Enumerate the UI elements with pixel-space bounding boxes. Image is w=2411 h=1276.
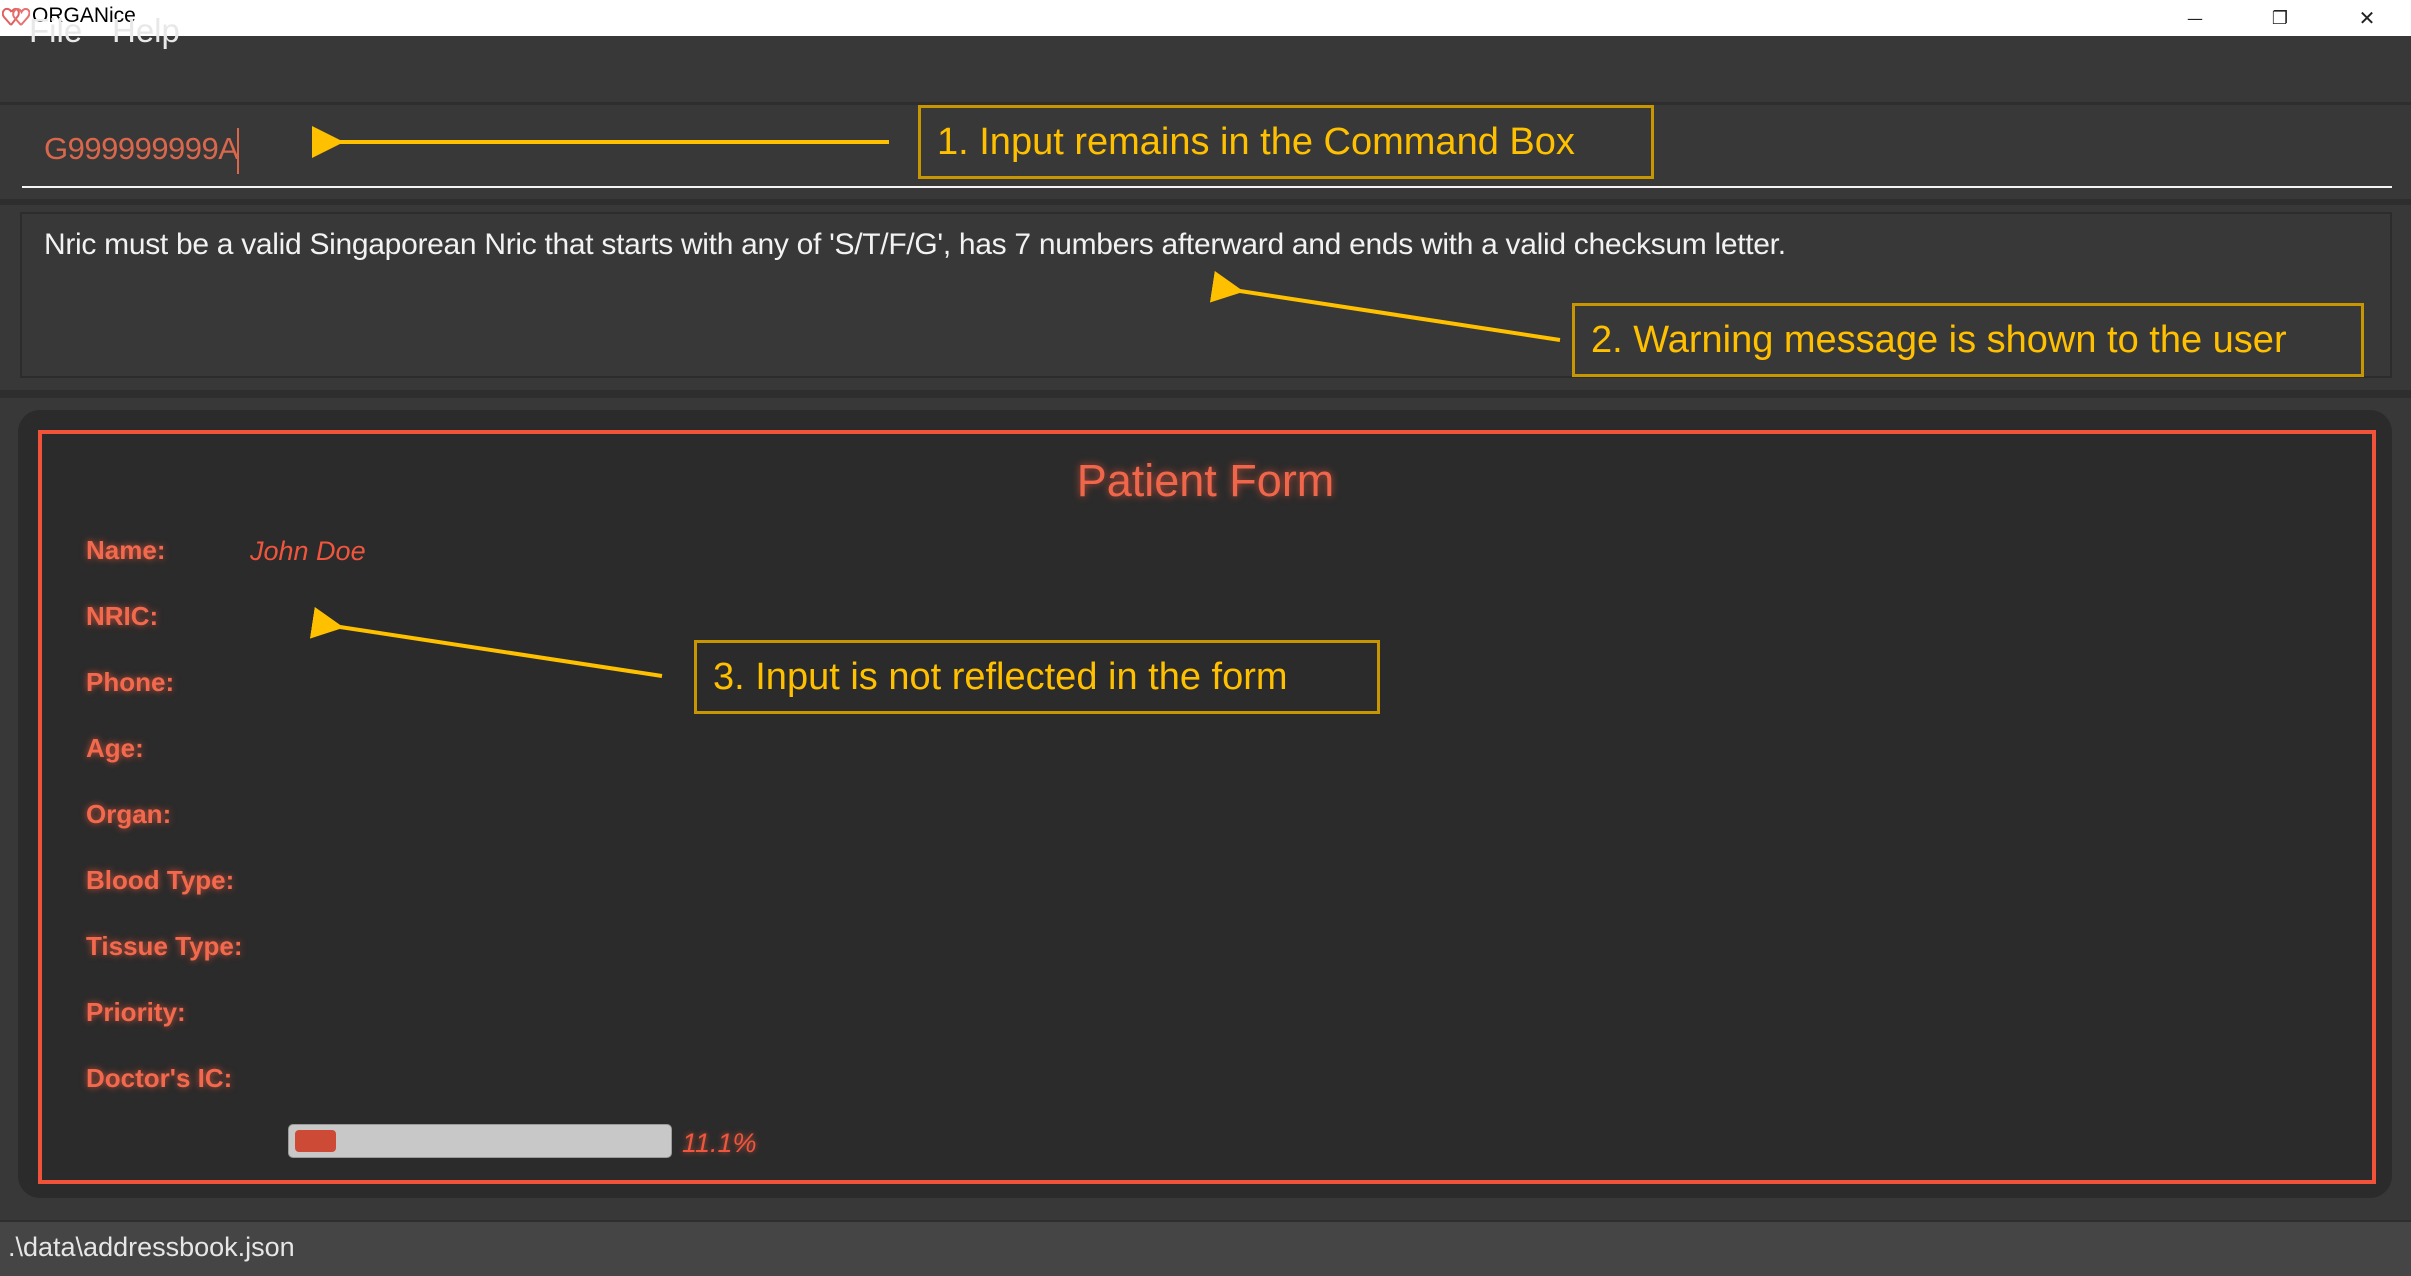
form-border [38, 430, 2376, 1184]
title-bar [0, 0, 2411, 36]
field-label-name: Name: [86, 535, 166, 565]
minimize-icon: — [2187, 8, 2203, 28]
field-label-doctors-ic: Doctor's IC: [86, 1063, 233, 1093]
menu-file[interactable]: File [29, 12, 82, 50]
maximize-button[interactable]: ❐ [2237, 0, 2323, 36]
heart-icon [2, 7, 30, 26]
close-button[interactable]: ✕ [2324, 0, 2410, 36]
field-label-priority: Priority: [86, 997, 186, 1027]
form-progress-bar [288, 1124, 672, 1158]
status-file-path: .\data\addressbook.json [8, 1232, 295, 1262]
text-caret [237, 128, 239, 174]
command-input[interactable]: G999999999A [44, 131, 239, 167]
progress-fill [295, 1130, 337, 1152]
close-icon: ✕ [2358, 6, 2376, 30]
status-bar [0, 1220, 2411, 1276]
restore-icon: ❐ [2271, 7, 2289, 29]
field-label-age: Age: [86, 733, 144, 763]
menu-bar [0, 36, 2411, 105]
field-label-tissue-type: Tissue Type: [86, 931, 243, 961]
field-label-nric: NRIC: [86, 601, 159, 631]
field-label-organ: Organ: [86, 799, 172, 829]
annotation-box-2: 2. Warning message is shown to the user [1572, 303, 2364, 377]
progress-label: 11.1% [682, 1128, 757, 1158]
command-input-underline [22, 186, 2392, 188]
annotation-box-3: 3. Input is not reflected in the form [694, 640, 1380, 714]
minimize-button[interactable]: — [2152, 0, 2238, 36]
field-label-blood-type: Blood Type: [86, 865, 235, 895]
warning-message: Nric must be a valid Singaporean Nric th… [44, 228, 1786, 261]
menu-help[interactable]: Help [112, 12, 180, 50]
annotation-box-1: 1. Input remains in the Command Box [918, 105, 1654, 179]
field-label-phone: Phone: [86, 667, 175, 697]
field-value-name: John Doe [250, 536, 366, 566]
form-title: Patient Form [1076, 455, 1335, 506]
